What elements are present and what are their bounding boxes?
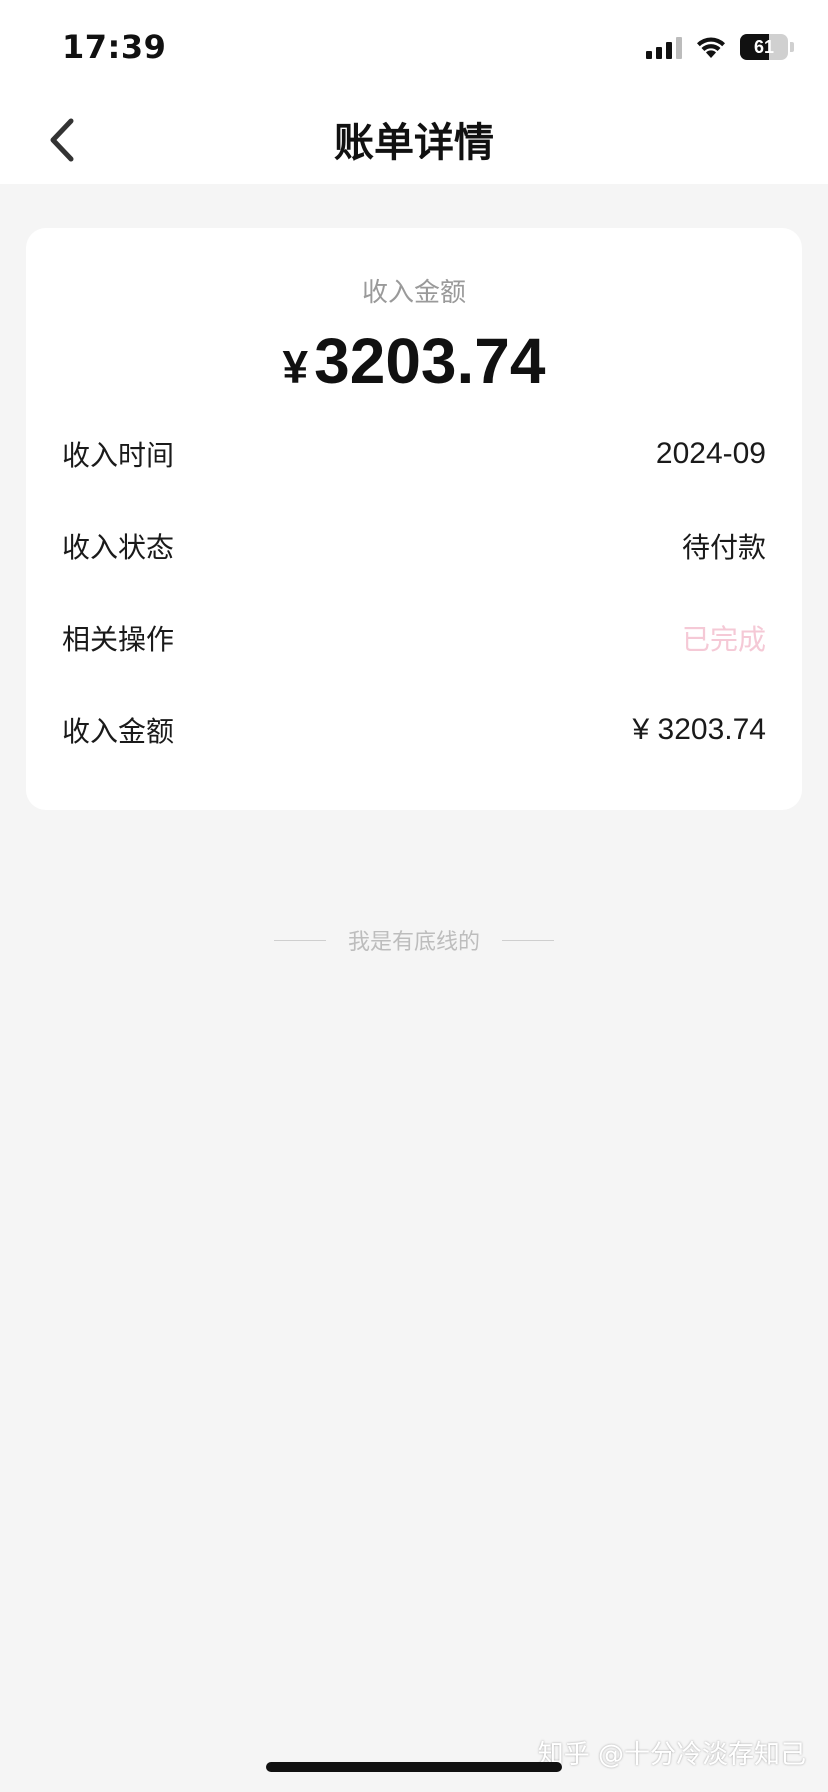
wifi-icon bbox=[697, 37, 725, 58]
status-bar: 17:39 61 bbox=[0, 0, 828, 96]
bill-detail-card: 收入金额 ¥3203.74 收入时间 2024-09 收入状态 待付款 相关操作… bbox=[26, 228, 802, 810]
divider-right bbox=[502, 939, 554, 941]
home-indicator[interactable] bbox=[266, 1762, 562, 1772]
end-of-list-indicator: 我是有底线的 bbox=[0, 924, 828, 956]
battery-icon: 61 bbox=[740, 34, 788, 60]
amount-label: 收入金额 bbox=[361, 278, 466, 308]
related-action-link[interactable]: 已完成 bbox=[682, 618, 766, 658]
page-title: 账单详情 bbox=[334, 120, 494, 166]
row-label: 相关操作 bbox=[62, 623, 175, 656]
row-value: ¥ 3203.74 bbox=[632, 713, 766, 746]
battery-level: 61 bbox=[753, 36, 775, 57]
status-icons: 61 bbox=[646, 34, 794, 60]
detail-row-related-action: 相关操作 已完成 bbox=[62, 612, 766, 664]
detail-row-income-status: 收入状态 待付款 bbox=[62, 520, 766, 572]
row-label: 收入金额 bbox=[62, 715, 175, 748]
divider-left bbox=[273, 939, 326, 941]
row-label: 收入状态 bbox=[62, 531, 175, 564]
end-of-list-text: 我是有底线的 bbox=[347, 930, 480, 955]
row-value: 待付款 bbox=[681, 531, 766, 564]
row-label: 收入时间 bbox=[62, 439, 175, 472]
detail-row-income-amount: 收入金额 ¥ 3203.74 bbox=[62, 704, 766, 756]
amount-value: 3203.74 bbox=[314, 325, 546, 397]
amount-currency: ¥ bbox=[282, 341, 309, 393]
signal-icon bbox=[646, 35, 682, 59]
amount-display: ¥3203.74 bbox=[26, 324, 802, 398]
detail-row-income-time: 收入时间 2024-09 bbox=[62, 428, 766, 480]
nav-bar: 账单详情 bbox=[0, 96, 828, 184]
battery-tip bbox=[790, 42, 794, 52]
row-value: 2024-09 bbox=[655, 437, 766, 470]
status-time: 17:39 bbox=[62, 28, 167, 66]
watermark: 知乎 @十分冷淡存知己 bbox=[537, 1740, 806, 1770]
